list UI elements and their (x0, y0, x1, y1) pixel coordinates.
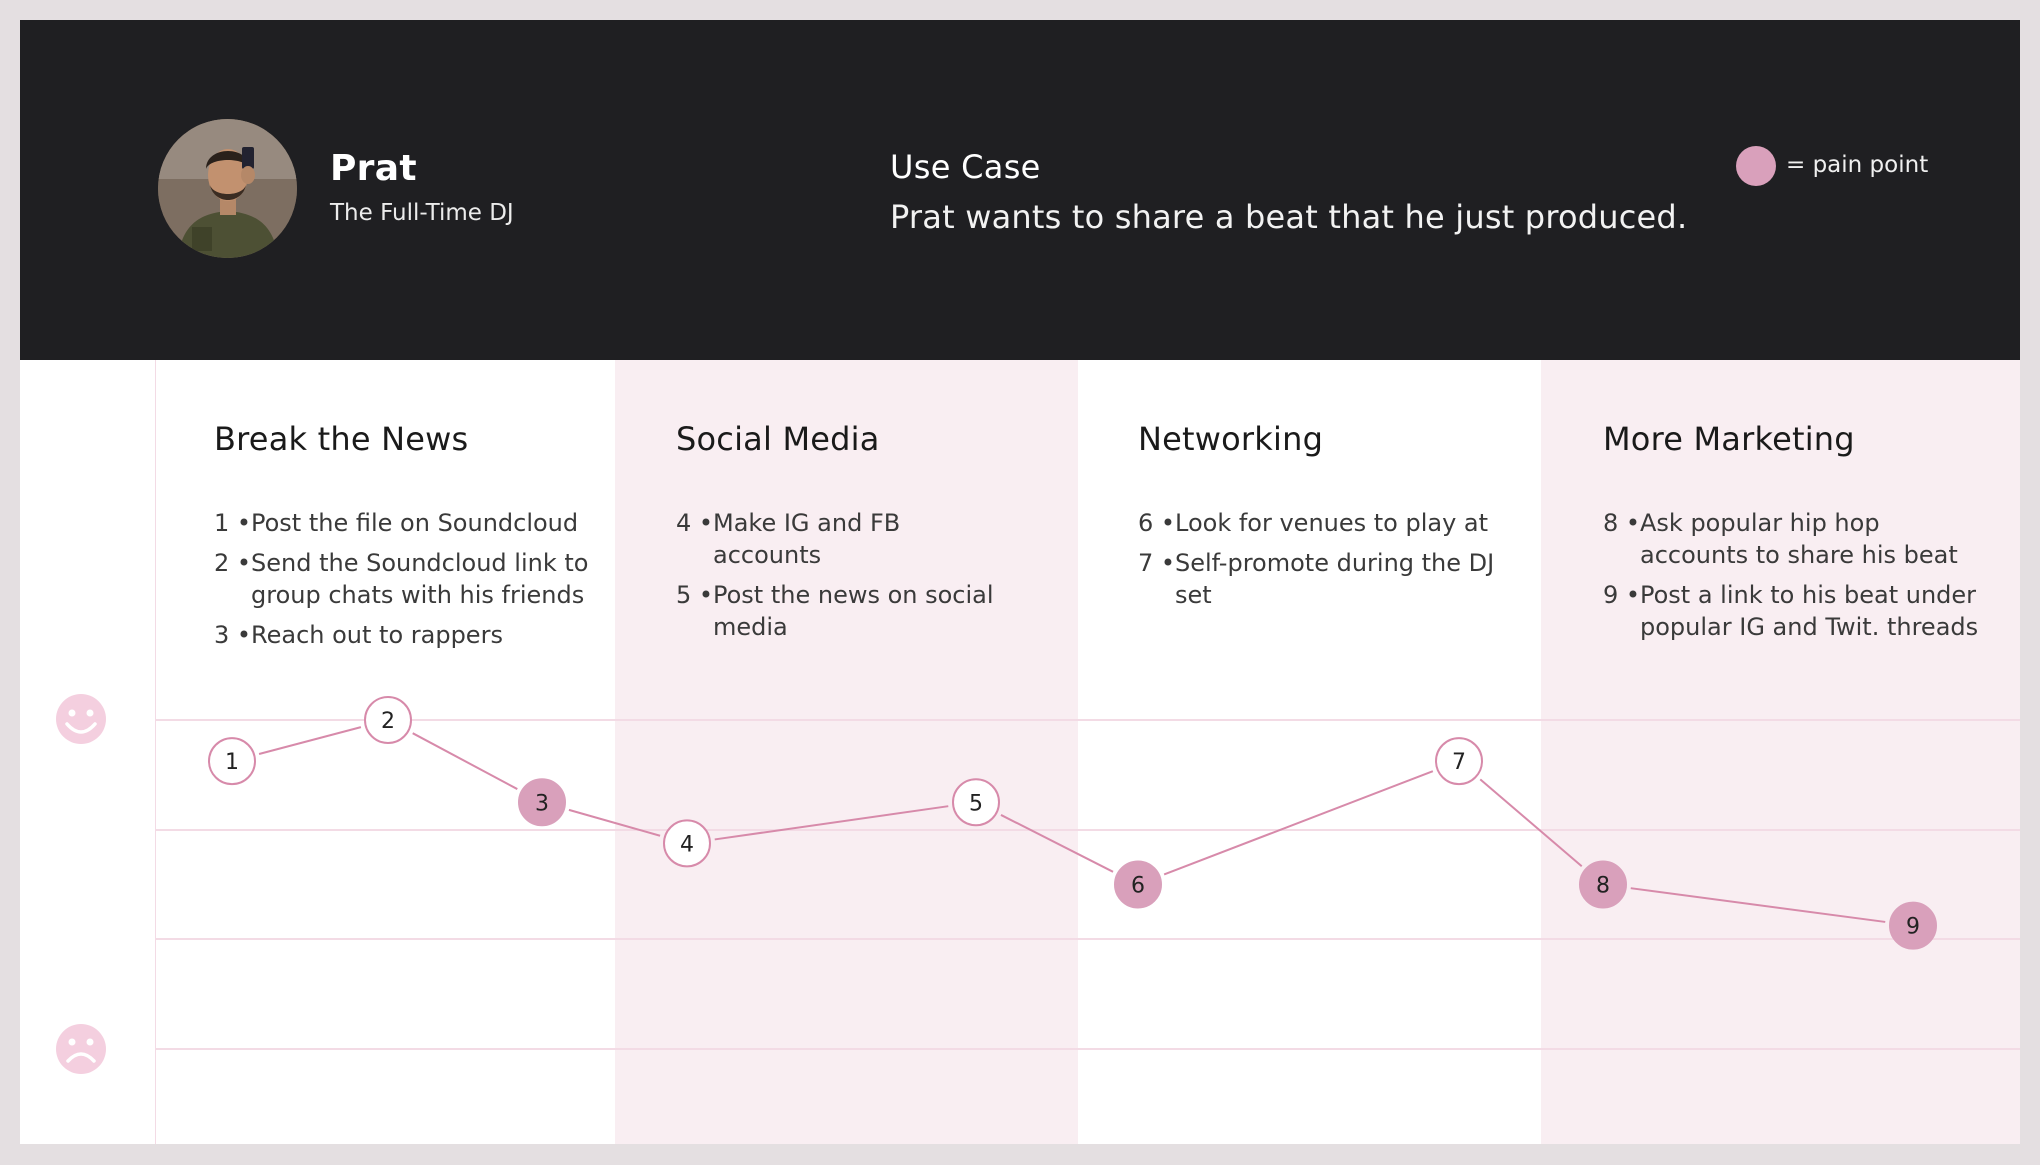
node-label: 2 (381, 709, 395, 734)
sad-face-icon (56, 1024, 106, 1074)
pain-point-node: 9 (1889, 901, 1937, 950)
pain-point-node: 8 (1579, 860, 1627, 909)
pain-point-node: 6 (1114, 860, 1162, 909)
journey-node: 7 (1435, 737, 1483, 786)
journey-node: 1 (208, 737, 256, 786)
journey-line-segment (1479, 778, 1583, 868)
journey-line-segments (258, 726, 1886, 923)
node-label: 7 (1452, 750, 1466, 775)
journey-line-segment (412, 732, 518, 790)
node-label: 3 (535, 791, 549, 816)
chart-gridlines (155, 719, 2020, 1050)
node-label: 6 (1131, 874, 1145, 899)
journey-map: Prat The Full-Time DJ Use Case Prat want… (20, 20, 2020, 1144)
node-label: 9 (1906, 915, 1920, 940)
node-label: 1 (225, 750, 239, 775)
journey-line-segment (1630, 887, 1886, 923)
node-label: 8 (1596, 874, 1610, 899)
journey-line-segment (714, 805, 949, 841)
journey-node: 2 (364, 696, 412, 744)
journey-node: 5 (952, 778, 1000, 827)
journey-line-segment (1000, 814, 1114, 873)
journey-line-segment (568, 808, 661, 837)
node-label: 4 (680, 832, 694, 857)
journey-nodes: 1 2 3 4 5 6 7 8 9 (208, 696, 1937, 950)
pain-point-node: 3 (518, 778, 566, 827)
journey-line-segment (258, 726, 362, 755)
emotion-chart: 1 2 3 4 5 6 7 8 9 (56, 694, 2020, 1074)
node-label: 5 (969, 791, 983, 816)
happy-face-icon (56, 694, 106, 744)
journey-node: 4 (663, 819, 711, 868)
journey-line-segment (1163, 770, 1434, 876)
